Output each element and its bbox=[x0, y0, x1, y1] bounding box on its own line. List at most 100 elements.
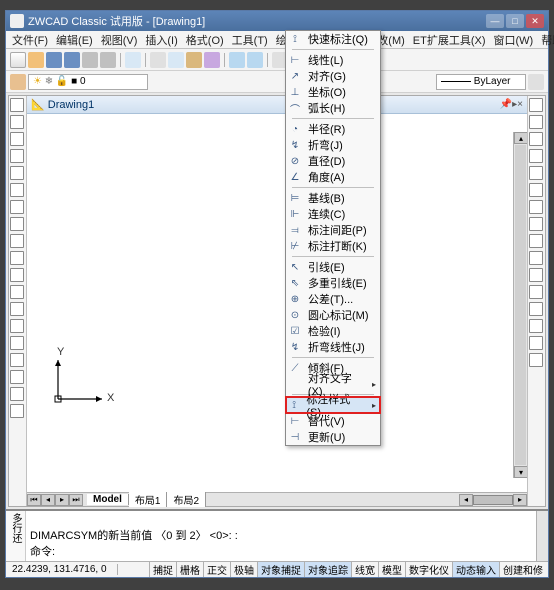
undo-icon[interactable] bbox=[229, 52, 245, 68]
ellipsearc-tool-icon[interactable] bbox=[10, 268, 24, 282]
rotate-tool-icon[interactable] bbox=[529, 200, 543, 214]
saveas-icon[interactable] bbox=[64, 52, 80, 68]
menu-baseline[interactable]: ⊨基线(B) bbox=[286, 190, 380, 206]
menu-jogged[interactable]: ↯折弯(J) bbox=[286, 137, 380, 153]
menu-diameter[interactable]: ⊘直径(D) bbox=[286, 153, 380, 169]
gradient-tool-icon[interactable] bbox=[10, 353, 24, 367]
command-prompt[interactable]: 命令: bbox=[30, 543, 532, 559]
status-grid[interactable]: 栅格 bbox=[176, 562, 203, 577]
menu-radius[interactable]: ◔半径(R) bbox=[286, 121, 380, 137]
linetype-manager-icon[interactable] bbox=[528, 74, 544, 90]
status-dyn[interactable]: 动态输入 bbox=[452, 562, 499, 577]
copy-tool-icon[interactable] bbox=[529, 115, 543, 129]
scale-tool-icon[interactable] bbox=[529, 217, 543, 231]
redo-icon[interactable] bbox=[247, 52, 263, 68]
region-tool-icon[interactable] bbox=[10, 370, 24, 384]
join-tool-icon[interactable] bbox=[529, 302, 543, 316]
status-otrack[interactable]: 对象追踪 bbox=[304, 562, 351, 577]
new-icon[interactable] bbox=[10, 52, 26, 68]
xline-tool-icon[interactable] bbox=[10, 115, 24, 129]
drawing-canvas[interactable]: Y X ▴ ▾ bbox=[27, 114, 527, 492]
layer-select[interactable]: ☀ ❄ 🔓 ■ 0 bbox=[28, 74, 148, 90]
menu-help[interactable]: 帮助(H) bbox=[537, 32, 554, 48]
copy-icon[interactable] bbox=[168, 52, 184, 68]
extend-tool-icon[interactable] bbox=[529, 268, 543, 282]
move-tool-icon[interactable] bbox=[529, 183, 543, 197]
circle-tool-icon[interactable] bbox=[10, 200, 24, 214]
menu-leader[interactable]: ↖引线(E) bbox=[286, 259, 380, 275]
menu-mleader[interactable]: ⇖多重引线(E) bbox=[286, 275, 380, 291]
spline-tool-icon[interactable] bbox=[10, 234, 24, 248]
menu-tools[interactable]: 工具(T) bbox=[228, 32, 272, 48]
menu-jogline[interactable]: ↯折弯线性(J) bbox=[286, 339, 380, 355]
menu-dimbreak[interactable]: ⊬标注打断(K) bbox=[286, 238, 380, 254]
minimize-button[interactable]: — bbox=[486, 14, 504, 28]
block-tool-icon[interactable] bbox=[10, 302, 24, 316]
open-icon[interactable] bbox=[28, 52, 44, 68]
preview-icon[interactable] bbox=[100, 52, 116, 68]
publish-icon[interactable] bbox=[125, 52, 141, 68]
menu-file[interactable]: 文件(F) bbox=[8, 32, 52, 48]
menu-inspect[interactable]: ☑检验(I) bbox=[286, 323, 380, 339]
menu-dimstyle[interactable]: ⟟标注样式(S)...▸ bbox=[286, 397, 380, 413]
doc-pin-icon[interactable]: 📌▸× bbox=[500, 99, 523, 110]
scrollbar-vertical[interactable]: ▴ ▾ bbox=[513, 132, 527, 478]
polygon-tool-icon[interactable] bbox=[10, 149, 24, 163]
scroll-up-icon[interactable]: ▴ bbox=[514, 132, 527, 144]
menu-aligntext[interactable]: 对齐文字(X)▸ bbox=[286, 376, 380, 392]
hatch-tool-icon[interactable] bbox=[10, 336, 24, 350]
command-window[interactable]: 多行还 DIMARCSYM的新当前值 〈0 到 2〉 <0>: : 命令: bbox=[6, 509, 548, 561]
menu-format[interactable]: 格式(O) bbox=[182, 32, 228, 48]
command-scrollbar[interactable] bbox=[536, 511, 548, 561]
status-polar[interactable]: 极轴 bbox=[230, 562, 257, 577]
close-button[interactable]: ✕ bbox=[526, 14, 544, 28]
mirror-tool-icon[interactable] bbox=[529, 132, 543, 146]
tab-layout2[interactable]: 布局2 bbox=[167, 492, 206, 507]
tab-layout1[interactable]: 布局1 bbox=[129, 492, 168, 507]
tab-first-icon[interactable]: ⏮ bbox=[27, 494, 41, 506]
menu-et[interactable]: ET扩展工具(X) bbox=[409, 32, 490, 48]
break-tool-icon[interactable] bbox=[529, 285, 543, 299]
arc-tool-icon[interactable] bbox=[10, 183, 24, 197]
tab-next-icon[interactable]: ▸ bbox=[55, 494, 69, 506]
status-snap[interactable]: 捕捉 bbox=[149, 562, 176, 577]
menu-quickdim[interactable]: ⟟快速标注(Q) bbox=[286, 31, 380, 47]
status-osnap[interactable]: 对象捕捉 bbox=[257, 562, 304, 577]
tab-prev-icon[interactable]: ◂ bbox=[41, 494, 55, 506]
layer-manager-icon[interactable] bbox=[10, 74, 26, 90]
point-tool-icon[interactable] bbox=[10, 319, 24, 333]
menu-linear[interactable]: ⊢线性(L) bbox=[286, 52, 380, 68]
menu-aligned[interactable]: ↗对齐(G) bbox=[286, 68, 380, 84]
paste-icon[interactable] bbox=[186, 52, 202, 68]
array-tool-icon[interactable] bbox=[529, 166, 543, 180]
mtext-tool-icon[interactable] bbox=[10, 404, 24, 418]
status-create[interactable]: 创建和修 bbox=[499, 562, 546, 577]
revcloud-tool-icon[interactable] bbox=[10, 217, 24, 231]
stretch-tool-icon[interactable] bbox=[529, 234, 543, 248]
menu-continue[interactable]: ⊩连续(C) bbox=[286, 206, 380, 222]
ellipse-tool-icon[interactable] bbox=[10, 251, 24, 265]
rect-tool-icon[interactable] bbox=[10, 166, 24, 180]
menu-insert[interactable]: 插入(I) bbox=[141, 32, 181, 48]
pline-tool-icon[interactable] bbox=[10, 132, 24, 146]
status-tablet[interactable]: 数字化仪 bbox=[405, 562, 452, 577]
menu-tolerance[interactable]: ⊕公差(T)... bbox=[286, 291, 380, 307]
erase-tool-icon[interactable] bbox=[529, 98, 543, 112]
menu-update[interactable]: ⊣更新(U) bbox=[286, 429, 380, 445]
status-model[interactable]: 模型 bbox=[378, 562, 405, 577]
scroll-left-icon[interactable]: ◂ bbox=[459, 494, 473, 506]
menu-arc[interactable]: ⌒弧长(H) bbox=[286, 100, 380, 116]
save-icon[interactable] bbox=[46, 52, 62, 68]
trim-tool-icon[interactable] bbox=[529, 251, 543, 265]
scroll-down-icon[interactable]: ▾ bbox=[514, 466, 527, 478]
menu-edit[interactable]: 编辑(E) bbox=[52, 32, 97, 48]
chamfer-tool-icon[interactable] bbox=[529, 319, 543, 333]
offset-tool-icon[interactable] bbox=[529, 149, 543, 163]
status-lwt[interactable]: 线宽 bbox=[351, 562, 378, 577]
menu-center[interactable]: ⊙圆心标记(M) bbox=[286, 307, 380, 323]
cut-icon[interactable] bbox=[150, 52, 166, 68]
menu-ordinate[interactable]: ⊥坐标(O) bbox=[286, 84, 380, 100]
fillet-tool-icon[interactable] bbox=[529, 336, 543, 350]
menu-view[interactable]: 视图(V) bbox=[97, 32, 142, 48]
table-tool-icon[interactable] bbox=[10, 387, 24, 401]
